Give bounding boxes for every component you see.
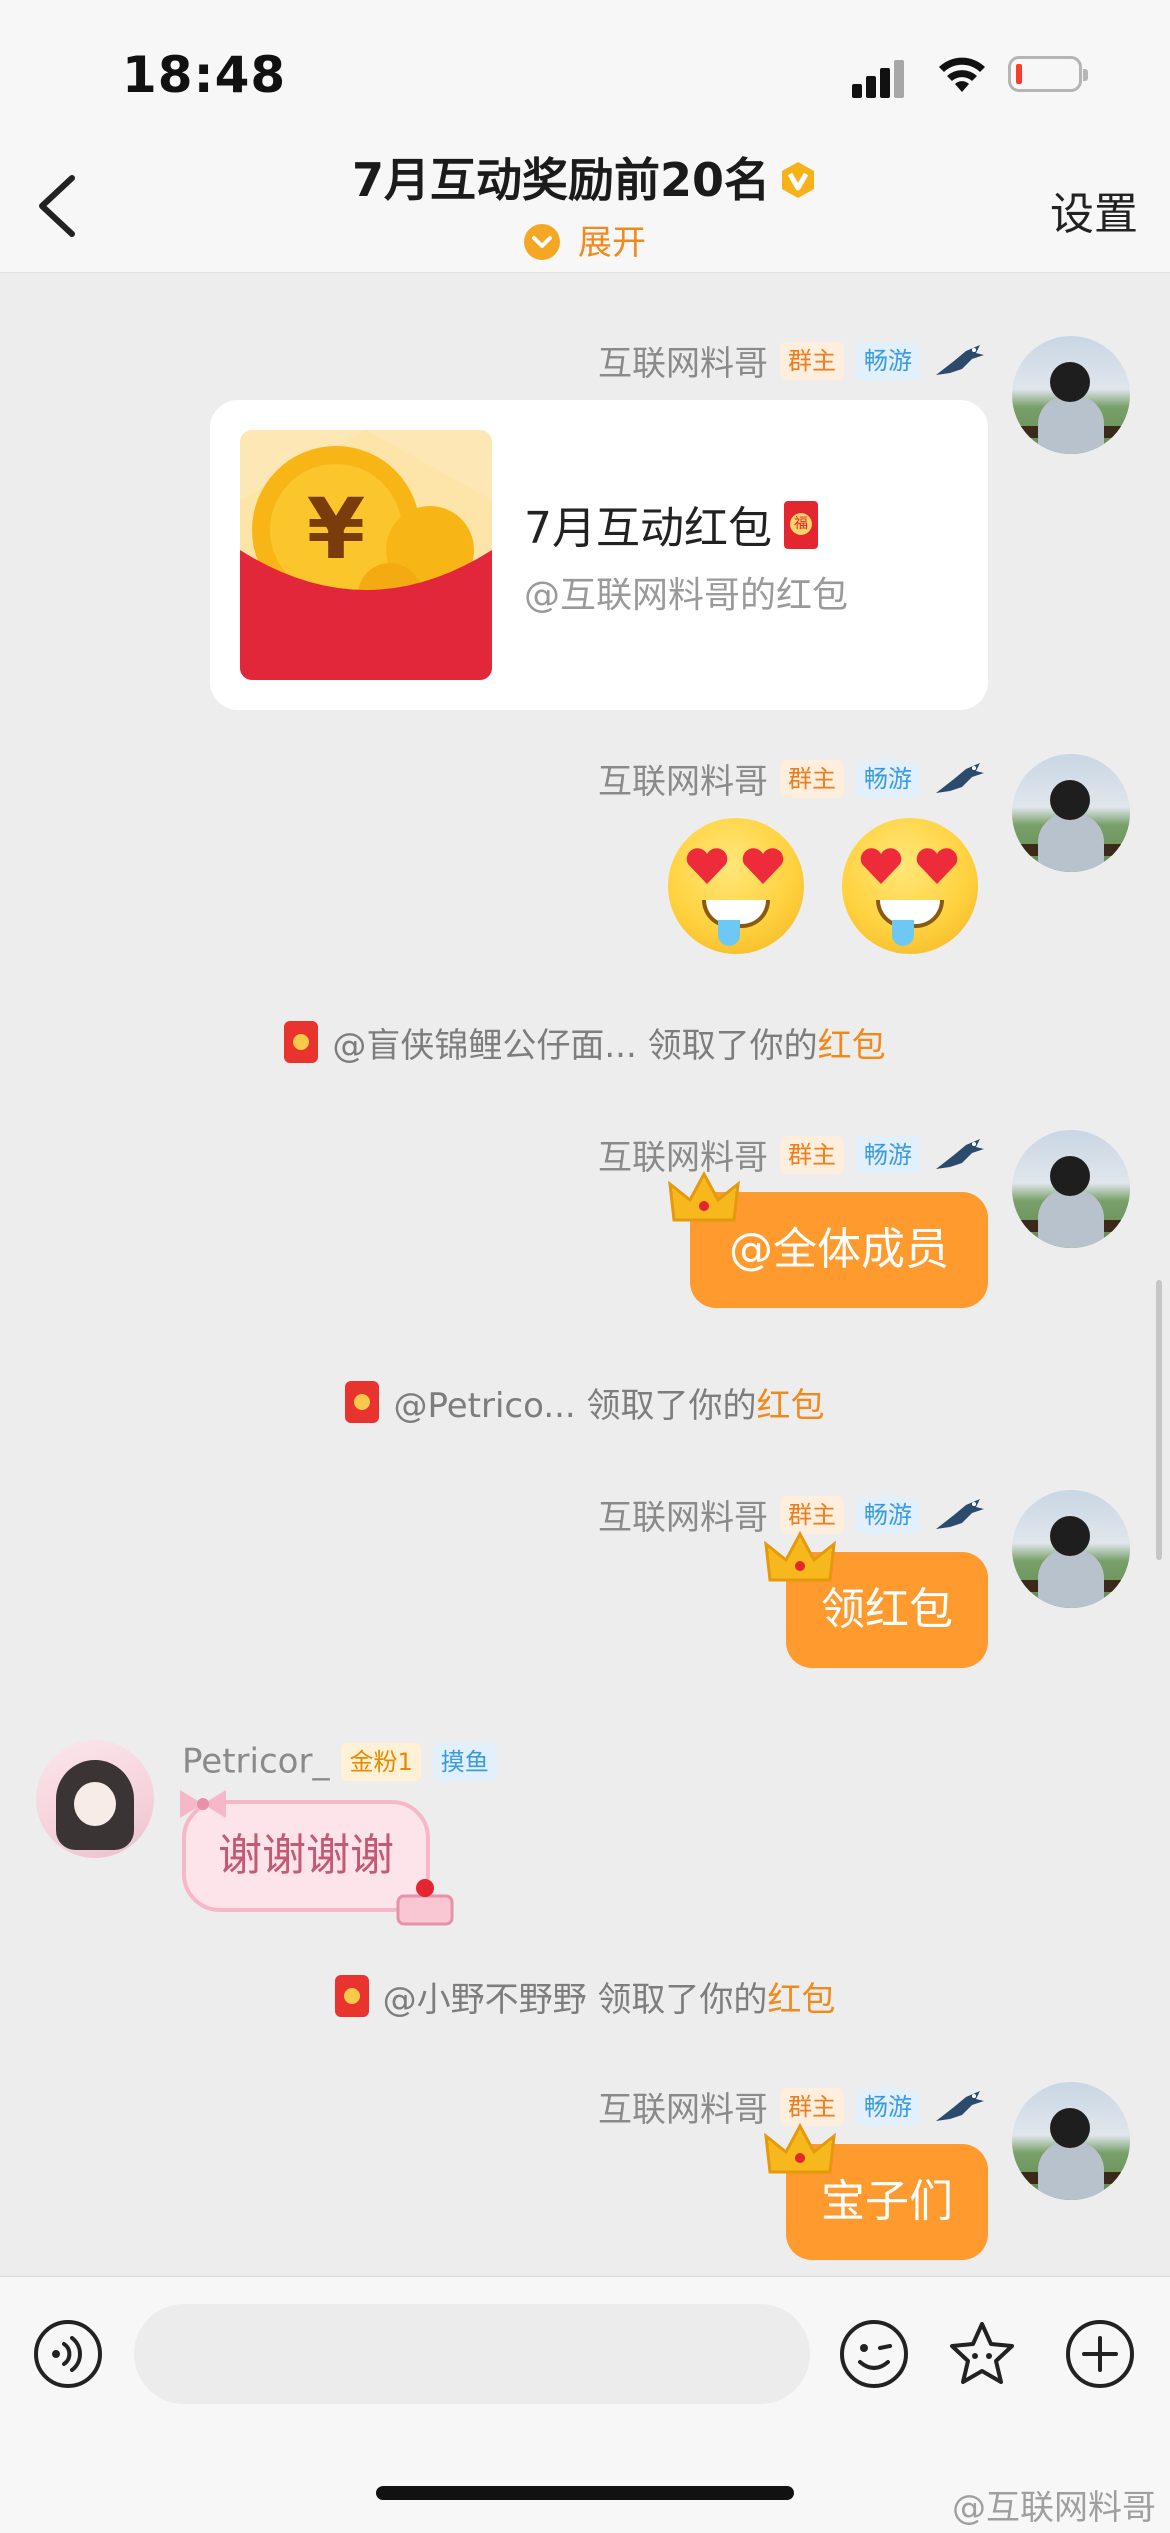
bow-icon: [180, 1790, 226, 1818]
scrollbar[interactable]: [1156, 1280, 1162, 1560]
avatar[interactable]: [1012, 1490, 1130, 1608]
red-packet-card[interactable]: ¥ 7月互动红包 @互联网料哥的红包: [210, 400, 988, 710]
card-title: 7月互动红包: [524, 492, 818, 556]
red-packet-link[interactable]: 红包: [757, 1386, 825, 1426]
wifi-icon: [939, 57, 985, 92]
bird-icon: [936, 2090, 984, 2121]
sender-name: Petricor_: [182, 1741, 330, 1782]
owner-badge: 群主: [780, 1135, 844, 1174]
red-packet-link[interactable]: 红包: [767, 1980, 835, 2020]
level-badge: 畅游: [856, 1135, 920, 1174]
sender-row: 互联网料哥 群主 畅游: [598, 336, 988, 384]
bird-icon: [936, 1138, 984, 1169]
card-subtitle: @互联网料哥的红包: [524, 575, 849, 616]
sender-name: 互联网料哥: [598, 762, 768, 802]
home-indicator[interactable]: [376, 2486, 794, 2500]
verified-icon: [782, 162, 815, 198]
sender-name: 互联网料哥: [598, 2090, 768, 2130]
level-badge: 畅游: [856, 759, 920, 798]
cake-icon: [396, 1879, 454, 1926]
red-packet-icon: [334, 1975, 369, 2017]
level-badge: 畅游: [856, 1495, 920, 1534]
bird-icon: [936, 762, 984, 793]
chat-title[interactable]: 7月互动奖励前20名: [0, 144, 1170, 210]
system-notice: @小野不野野 领取了你的红包: [0, 1972, 1170, 2021]
crown-icon: [764, 1530, 836, 1582]
bird-icon: [936, 1498, 984, 1529]
top-bar: 18:48 7月互动奖励前20名 展开 设置: [0, 0, 1170, 273]
avatar[interactable]: [1012, 2082, 1130, 2200]
status-time: 18:48: [122, 46, 287, 104]
red-packet-icon: ¥: [240, 430, 492, 680]
sender-row: Petricor_ 金粉1 摸鱼: [182, 1740, 497, 1788]
sticker-icon[interactable]: [946, 2318, 1018, 2390]
chat-title-text: 7月互动奖励前20名: [351, 153, 771, 207]
sender-row: 互联网料哥 群主 畅游: [598, 754, 988, 802]
sender-name: 互联网料哥: [598, 344, 768, 384]
level-badge: 畅游: [856, 2087, 920, 2126]
system-notice: @盲侠锦鲤公仔面... 领取了你的红包: [0, 1018, 1170, 1067]
red-packet-link[interactable]: 红包: [818, 1026, 886, 1066]
red-packet-icon: [345, 1381, 380, 1423]
svg-text:¥: ¥: [307, 480, 365, 578]
red-packet-icon: [284, 1021, 319, 1063]
sender-name: 互联网料哥: [598, 1498, 768, 1538]
voice-icon[interactable]: [32, 2318, 104, 2390]
avatar[interactable]: [1012, 336, 1130, 454]
expand-label: 展开: [578, 223, 646, 263]
settings-button[interactable]: 设置: [1050, 178, 1138, 242]
owner-badge: 群主: [780, 341, 844, 380]
avatar[interactable]: [1012, 1130, 1130, 1248]
owner-badge: 群主: [780, 1495, 844, 1534]
watermark: @互联网料哥: [952, 2488, 1156, 2528]
crown-icon: [668, 1170, 740, 1222]
sender-row: 互联网料哥 群主 畅游: [598, 1130, 988, 1178]
bird-icon: [936, 344, 984, 375]
crown-icon: [764, 2122, 836, 2174]
message-input[interactable]: [134, 2304, 810, 2404]
avatar[interactable]: [1012, 754, 1130, 872]
heart-eyes-emoji[interactable]: [668, 818, 804, 954]
heart-eyes-emoji[interactable]: [842, 818, 978, 954]
level-badge: 摸鱼: [432, 1742, 497, 1781]
battery-icon: [1008, 56, 1088, 92]
expand-toggle[interactable]: 展开: [0, 215, 1170, 264]
chevron-down-icon: [524, 224, 560, 260]
plus-icon[interactable]: [1064, 2318, 1136, 2390]
cellular-signal-icon: [852, 54, 912, 98]
level-badge: 畅游: [856, 341, 920, 380]
system-notice: @Petrico... 领取了你的红包: [0, 1378, 1170, 1427]
emoji-icon[interactable]: [838, 2318, 910, 2390]
owner-badge: 群主: [780, 759, 844, 798]
fans-badge: 金粉1: [341, 1742, 421, 1781]
owner-badge: 群主: [780, 2087, 844, 2126]
avatar[interactable]: [36, 1740, 154, 1858]
red-packet-icon: [784, 501, 818, 549]
